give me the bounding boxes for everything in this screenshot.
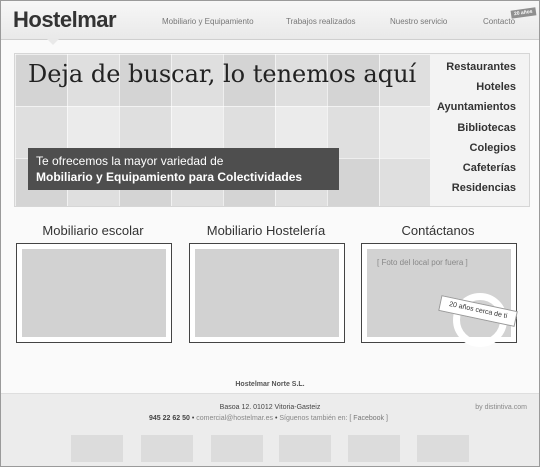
- nav-contacto[interactable]: Contacto: [483, 17, 515, 26]
- page-frame: Hostelmar Mobiliario y Equipamiento Trab…: [0, 0, 540, 467]
- sectors-list: Restaurantes Hoteles Ayuntamientos Bibli…: [430, 53, 530, 207]
- column-title-escolar[interactable]: Mobiliario escolar: [12, 223, 174, 238]
- hero-banner: Deja de buscar, lo tenemos aquí Te ofrec…: [14, 53, 432, 207]
- bullet-separator: •: [274, 415, 278, 422]
- company-name: Hostelmar Norte S.L.: [235, 381, 305, 388]
- sector-cafeterias[interactable]: Cafeterías: [463, 162, 516, 174]
- sector-bibliotecas[interactable]: Bibliotecas: [457, 122, 516, 134]
- hero-callout: Te ofrecemos la mayor variedad de Mobili…: [28, 148, 339, 190]
- footer-contact-line: 945 22 62 50 • comercial@hostelmar.es • …: [149, 415, 388, 422]
- footer-email[interactable]: comercial@hostelmar.es: [196, 415, 273, 422]
- logo[interactable]: Hostelmar: [13, 7, 117, 33]
- column-image-hosteleria[interactable]: [189, 243, 345, 343]
- nav-servicio[interactable]: Nuestro servicio: [390, 17, 447, 26]
- nav-trabajos[interactable]: Trabajos realizados: [286, 17, 356, 26]
- sector-ayuntamientos[interactable]: Ayuntamientos: [437, 101, 516, 113]
- sector-residencias[interactable]: Residencias: [452, 182, 516, 194]
- bullet-separator: •: [191, 415, 195, 422]
- column-title-hosteleria[interactable]: Mobiliario Hostelería: [185, 223, 347, 238]
- footer-thumbnail[interactable]: [279, 435, 331, 462]
- sector-restaurantes[interactable]: Restaurantes: [446, 61, 516, 73]
- footer-thumbnail[interactable]: [211, 435, 263, 462]
- hero-callout-line1: Te ofrecemos la mayor variedad de: [36, 154, 224, 168]
- footer-credit[interactable]: by distintiva.com: [475, 404, 527, 411]
- footer-facebook-link[interactable]: [ Facebook ]: [349, 415, 388, 422]
- image-placeholder: [22, 249, 166, 337]
- column-image-escolar[interactable]: [16, 243, 172, 343]
- column-title-contacto[interactable]: Contáctanos: [357, 223, 519, 238]
- footer-follow-label: Síguenos también en:: [279, 415, 348, 422]
- anniversary-badge: 20 años: [510, 7, 537, 19]
- hero-title: Deja de buscar, lo tenemos aquí: [28, 60, 417, 88]
- header: Hostelmar Mobiliario y Equipamiento Trab…: [1, 1, 539, 40]
- column-image-contacto[interactable]: [ Foto del local por fuera ] 20 años cer…: [361, 243, 518, 347]
- active-pointer-icon: [47, 39, 59, 45]
- sector-colegios[interactable]: Colegios: [470, 142, 516, 154]
- footer: Basoa 12. 01012 Vitoria-Gasteiz 945 22 6…: [1, 393, 539, 466]
- image-placeholder: [195, 249, 339, 337]
- footer-thumbnail[interactable]: [71, 435, 123, 462]
- footer-address: Basoa 12. 01012 Vitoria-Gasteiz: [219, 404, 321, 411]
- sector-hoteles[interactable]: Hoteles: [476, 81, 516, 93]
- photo-placeholder-text: [ Foto del local por fuera ]: [377, 258, 468, 267]
- image-placeholder: [ Foto del local por fuera ] 20 años cer…: [367, 249, 518, 347]
- nav-mobiliario[interactable]: Mobiliario y Equipamiento: [162, 17, 254, 26]
- footer-phone: 945 22 62 50: [149, 415, 190, 422]
- footer-thumbnail[interactable]: [141, 435, 193, 462]
- footer-thumbnail[interactable]: [348, 435, 400, 462]
- hero-callout-line2: Mobiliario y Equipamiento para Colectivi…: [36, 170, 303, 184]
- footer-thumbnail[interactable]: [417, 435, 469, 462]
